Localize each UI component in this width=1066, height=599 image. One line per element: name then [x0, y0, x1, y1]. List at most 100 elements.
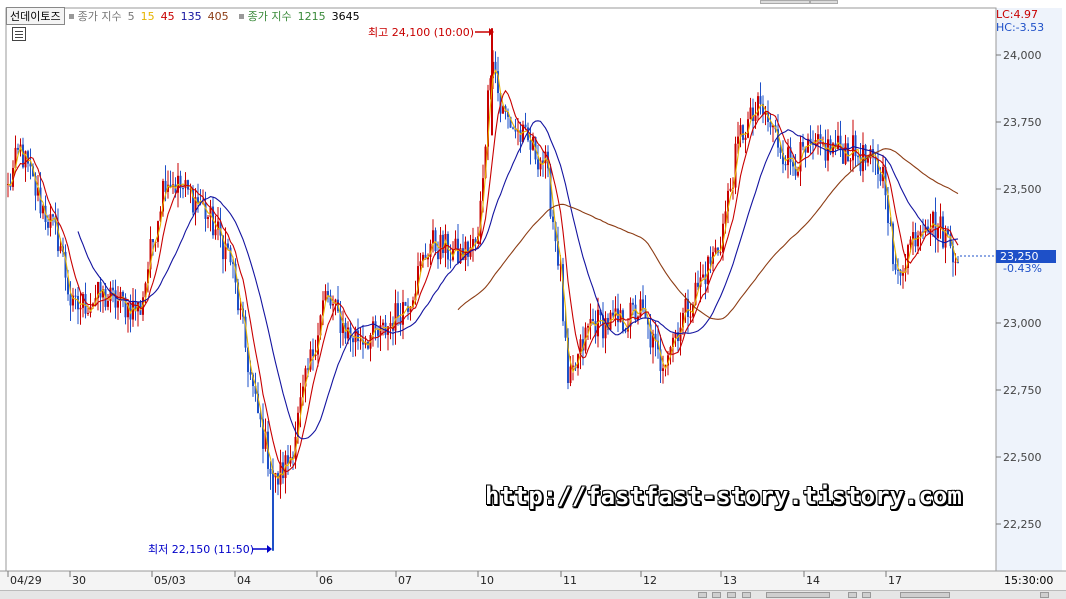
candle-body [99, 281, 102, 298]
table-icon[interactable] [12, 27, 26, 41]
low-label: 최저 22,150 (11:50) [148, 543, 254, 556]
zoom-slider[interactable] [900, 592, 950, 598]
candle-body [24, 151, 27, 168]
candle-body [709, 256, 712, 264]
candle-body [114, 290, 117, 308]
candle-body [642, 299, 644, 309]
candle-body [759, 96, 762, 104]
x-tick-label: 14 [806, 574, 820, 587]
candle-body [357, 330, 359, 342]
candle-body [744, 137, 747, 140]
candle-body [382, 322, 384, 326]
candle-body [214, 229, 217, 236]
candle-body [909, 239, 912, 246]
candle-body [17, 147, 19, 150]
candle-body [69, 294, 72, 306]
candle-body [184, 180, 187, 189]
chart-legend: 선데이토즈 종가 지수 5 15 45 135 405 종가 지수 1215 3… [6, 7, 366, 25]
change-pct: -0.43% [1003, 262, 1042, 275]
nav-prev-button[interactable] [712, 592, 721, 598]
y-tick-label: 24,000 [1003, 49, 1042, 62]
x-tick-label: 17 [888, 574, 902, 587]
legend-ma405: 405 [207, 9, 229, 23]
candle-body [47, 222, 49, 228]
candle-body [249, 372, 252, 375]
top-tab-left[interactable] [760, 0, 810, 4]
candle-body [749, 107, 752, 120]
candle-body [182, 188, 184, 190]
candle-body [359, 340, 362, 342]
candle-body [937, 227, 939, 238]
candle-body [204, 202, 207, 219]
x-tick-label: 04/29 [10, 574, 42, 587]
legend-label-2: 종가 지수 [247, 10, 292, 23]
watermark: http://fastfast-story.tistory.com [485, 482, 962, 510]
candle-body [327, 291, 329, 296]
top-tab-right[interactable] [810, 0, 838, 4]
x-tick-label: 30 [72, 574, 86, 587]
candle-body [207, 217, 209, 219]
x-tick-label: 06 [319, 574, 333, 587]
candle-body [52, 214, 54, 217]
candle-body [879, 174, 882, 182]
legend-square-icon-2 [238, 13, 244, 19]
candle-body [847, 143, 849, 162]
ma-line-45 [77, 120, 959, 440]
candle-body [867, 158, 869, 163]
candle-body [512, 127, 514, 129]
legend-ma1215: 1215 [297, 9, 326, 23]
candle-body [432, 230, 434, 244]
candle-body [662, 368, 664, 372]
candle-body [752, 107, 754, 121]
candle-body [524, 124, 527, 128]
candle-body [312, 349, 314, 356]
stock-name[interactable]: 선데이토즈 [6, 7, 65, 25]
nav-next-button[interactable] [742, 592, 751, 598]
candle-body [849, 160, 852, 162]
zoom-in-button[interactable] [862, 592, 871, 598]
y-tick-label: 22,250 [1003, 518, 1042, 531]
nav-stop-button[interactable] [727, 592, 736, 598]
candle-body [529, 140, 532, 150]
candle-body [537, 159, 539, 170]
y-tick-label: 22,750 [1003, 384, 1042, 397]
x-tick-label: 07 [398, 574, 412, 587]
zoom-out-button[interactable] [848, 592, 857, 598]
x-tick-label: 10 [480, 574, 494, 587]
nav-first-button[interactable] [698, 592, 707, 598]
candle-body [227, 243, 229, 248]
candle-body [632, 302, 634, 305]
settings-button[interactable] [1040, 592, 1049, 598]
x-tick-label: 13 [723, 574, 737, 587]
candle-body [434, 230, 437, 252]
candle-body [919, 231, 922, 236]
candle-body [947, 229, 949, 235]
low-arrow-head [267, 545, 272, 553]
candle-body [84, 294, 87, 314]
x-tick-label: 05/03 [154, 574, 186, 587]
candle-body [384, 322, 387, 335]
candle-body [852, 135, 854, 161]
candle-body [332, 304, 334, 306]
y-tick-label: 22,500 [1003, 451, 1042, 464]
scroll-thumb[interactable] [766, 592, 830, 598]
candle-body [754, 115, 757, 121]
candle-body [572, 365, 574, 367]
x-tick-label: 11 [563, 574, 577, 587]
candle-body [74, 295, 77, 297]
lc-label: LC:4.97 [996, 8, 1039, 21]
candle-body [784, 164, 787, 166]
legend-square-icon [68, 13, 74, 19]
candle-body [684, 298, 687, 313]
candle-body [552, 216, 554, 223]
candle-body [697, 282, 699, 287]
candle-body [719, 252, 722, 254]
legend-ma135: 135 [180, 9, 202, 23]
x-tick-label: 04 [237, 574, 251, 587]
candle-body [737, 136, 739, 144]
candle-body [954, 261, 957, 263]
candle-body [352, 338, 354, 343]
candle-body [587, 325, 589, 328]
candle-body [917, 235, 919, 247]
hc-label: HC:-3.53 [996, 21, 1045, 34]
